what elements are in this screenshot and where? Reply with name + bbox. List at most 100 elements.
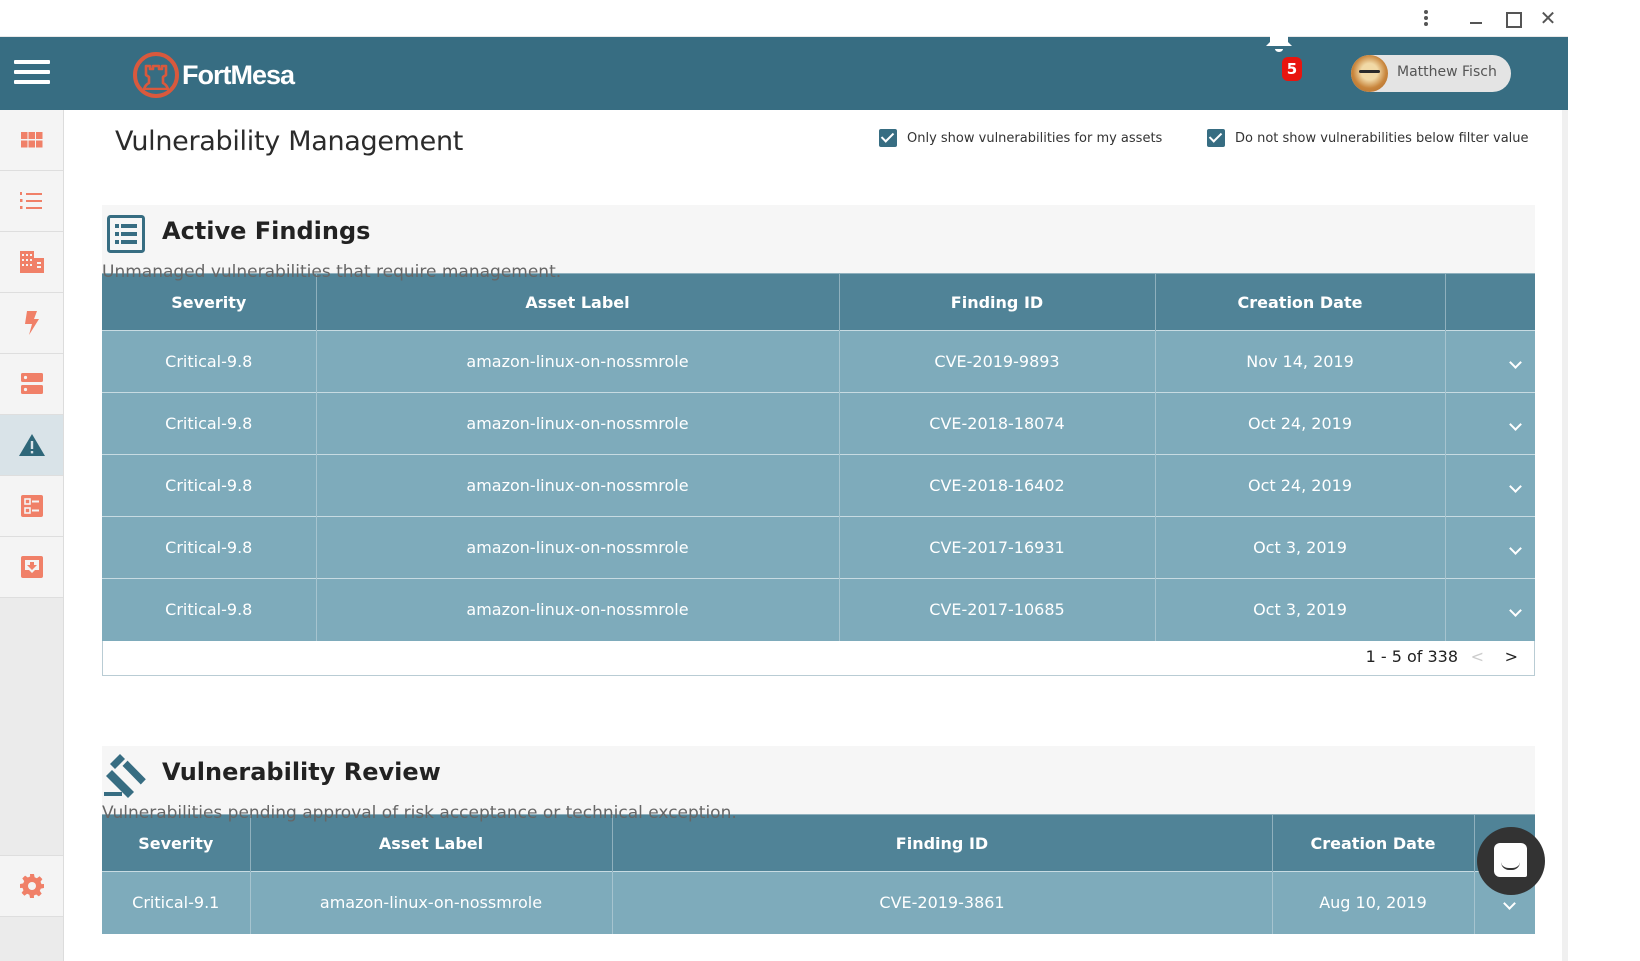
table-row[interactable]: Critical-9.8 amazon-linux-on-nossmrole C… [102,516,1535,579]
close-icon[interactable]: ✕ [1538,8,1558,28]
severity-cell: Critical-9.1 [102,871,251,934]
asset-cell: amazon-linux-on-nossmrole [316,330,840,393]
date-cell: Aug 10, 2019 [1272,871,1475,934]
date-cell: Oct 3, 2019 [1155,578,1446,641]
sidebar-item-dashboard[interactable] [0,110,63,171]
severity-cell: Critical-9.8 [102,516,317,579]
filter-below-value-checkbox[interactable] [1207,129,1225,147]
scrollbar[interactable] [1562,110,1568,961]
maximize-icon[interactable] [1502,8,1522,28]
kebab-icon[interactable] [1416,8,1436,28]
sidebar-item-inbox[interactable] [0,537,63,598]
app-header: FortMesa [0,37,1568,110]
column-finding-id[interactable]: Finding ID [839,273,1156,331]
table-row[interactable]: Critical-9.8 amazon-linux-on-nossmrole C… [102,330,1535,393]
active-findings-table: Severity Asset Label Finding ID Creation… [102,273,1535,641]
table-header-row: Severity Asset Label Finding ID Creation… [102,814,1535,872]
chevron-down-icon[interactable] [1503,897,1517,911]
chevron-down-icon[interactable] [1508,356,1522,369]
vulnerability-review-section: Vulnerability Review Vulnerabilities pen… [102,746,1535,934]
hamburger-menu-icon[interactable] [14,60,50,84]
filter-my-assets-checkbox[interactable] [879,129,897,147]
finding-id-cell: CVE-2019-9893 [839,330,1156,393]
column-asset-label[interactable]: Asset Label [316,273,840,331]
sidebar-item-checklists[interactable] [0,476,63,537]
building-icon [19,251,44,273]
asset-cell: amazon-linux-on-nossmrole [316,516,840,579]
app-window: ✕ FortMesa 5 Matthew Fisch Vulnerability… [0,0,1568,961]
sidebar-item-assets[interactable] [0,354,63,415]
filter-below-value-label: Do not show vulnerabilities below filter… [1235,130,1529,146]
sidebar-item-vulnerabilities[interactable] [0,415,63,476]
vulnerability-review-table: Severity Asset Label Finding ID Creation… [102,814,1535,934]
finding-id-cell: CVE-2019-3861 [612,871,1273,934]
expand-cell [1445,516,1535,579]
prev-page-button[interactable]: < [1471,647,1484,666]
sidebar-item-events[interactable] [0,293,63,354]
inbox-download-icon [20,556,43,578]
column-actions [1445,273,1535,331]
minimize-icon[interactable] [1466,8,1486,28]
expand-cell [1445,578,1535,641]
finding-id-cell: CVE-2018-16402 [839,454,1156,517]
column-asset-label[interactable]: Asset Label [250,814,613,872]
table-row[interactable]: Critical-9.1 amazon-linux-on-nossmrole C… [102,871,1535,934]
asset-cell: amazon-linux-on-nossmrole [316,454,840,517]
pagination: 1 - 5 of 338 < > [102,640,1535,676]
date-cell: Nov 14, 2019 [1155,330,1446,393]
chevron-down-icon[interactable] [1508,542,1522,555]
expand-cell [1445,454,1535,517]
column-severity[interactable]: Severity [102,273,317,331]
sidebar-item-lists[interactable] [0,171,63,232]
notification-count-badge: 5 [1282,57,1302,81]
gavel-icon [102,752,148,802]
finding-id-cell: CVE-2018-18074 [839,392,1156,455]
avatar [1351,55,1388,92]
title-bar: ✕ [0,0,1568,37]
warning-icon [18,434,45,456]
table-row[interactable]: Critical-9.8 amazon-linux-on-nossmrole C… [102,578,1535,641]
checklist-icon [20,495,43,517]
date-cell: Oct 3, 2019 [1155,516,1446,579]
sidebar-item-settings[interactable] [0,855,63,917]
filter-below-value[interactable]: Do not show vulnerabilities below filter… [1207,129,1529,147]
active-findings-section: Active Findings Unmanaged vulnerabilitie… [102,205,1535,676]
column-creation-date[interactable]: Creation Date [1155,273,1446,331]
sidebar [0,110,64,961]
chat-icon[interactable] [1477,827,1545,895]
next-page-button[interactable]: > [1505,647,1518,666]
list-icon [107,215,145,257]
date-cell: Oct 24, 2019 [1155,454,1446,517]
user-menu[interactable]: Matthew Fisch [1351,55,1511,92]
chevron-down-icon[interactable] [1508,418,1522,431]
asset-cell: amazon-linux-on-nossmrole [316,392,840,455]
asset-cell: amazon-linux-on-nossmrole [250,871,613,934]
page-title: Vulnerability Management [115,126,464,157]
column-creation-date[interactable]: Creation Date [1272,814,1475,872]
table-row[interactable]: Critical-9.8 amazon-linux-on-nossmrole C… [102,454,1535,517]
sidebar-item-organizations[interactable] [0,232,63,293]
expand-cell [1445,330,1535,393]
filter-my-assets-label: Only show vulnerabilities for my assets [907,130,1163,146]
filter-my-assets[interactable]: Only show vulnerabilities for my assets [879,129,1162,147]
column-finding-id[interactable]: Finding ID [612,814,1273,872]
date-cell: Oct 24, 2019 [1155,392,1446,455]
chevron-down-icon[interactable] [1508,604,1522,618]
severity-cell: Critical-9.8 [102,330,317,393]
chevron-down-icon[interactable] [1508,480,1522,493]
vulnerability-review-title: Vulnerability Review [162,758,441,786]
active-findings-title: Active Findings [162,217,371,245]
expand-cell [1445,392,1535,455]
castle-icon [133,52,179,98]
column-severity[interactable]: Severity [102,814,251,872]
table-row[interactable]: Critical-9.8 amazon-linux-on-nossmrole C… [102,392,1535,455]
grid-icon [20,132,42,148]
user-name: Matthew Fisch [1397,64,1497,80]
active-findings-subtitle: Unmanaged vulnerabilities that require m… [102,262,562,282]
vulnerability-review-subtitle: Vulnerabilities pending approval of risk… [102,803,737,823]
notifications-bell-icon[interactable] [1262,20,1296,56]
brand-logo[interactable]: FortMesa [133,52,295,98]
gear-icon [19,874,44,898]
server-icon [20,373,43,394]
finding-id-cell: CVE-2017-10685 [839,578,1156,641]
